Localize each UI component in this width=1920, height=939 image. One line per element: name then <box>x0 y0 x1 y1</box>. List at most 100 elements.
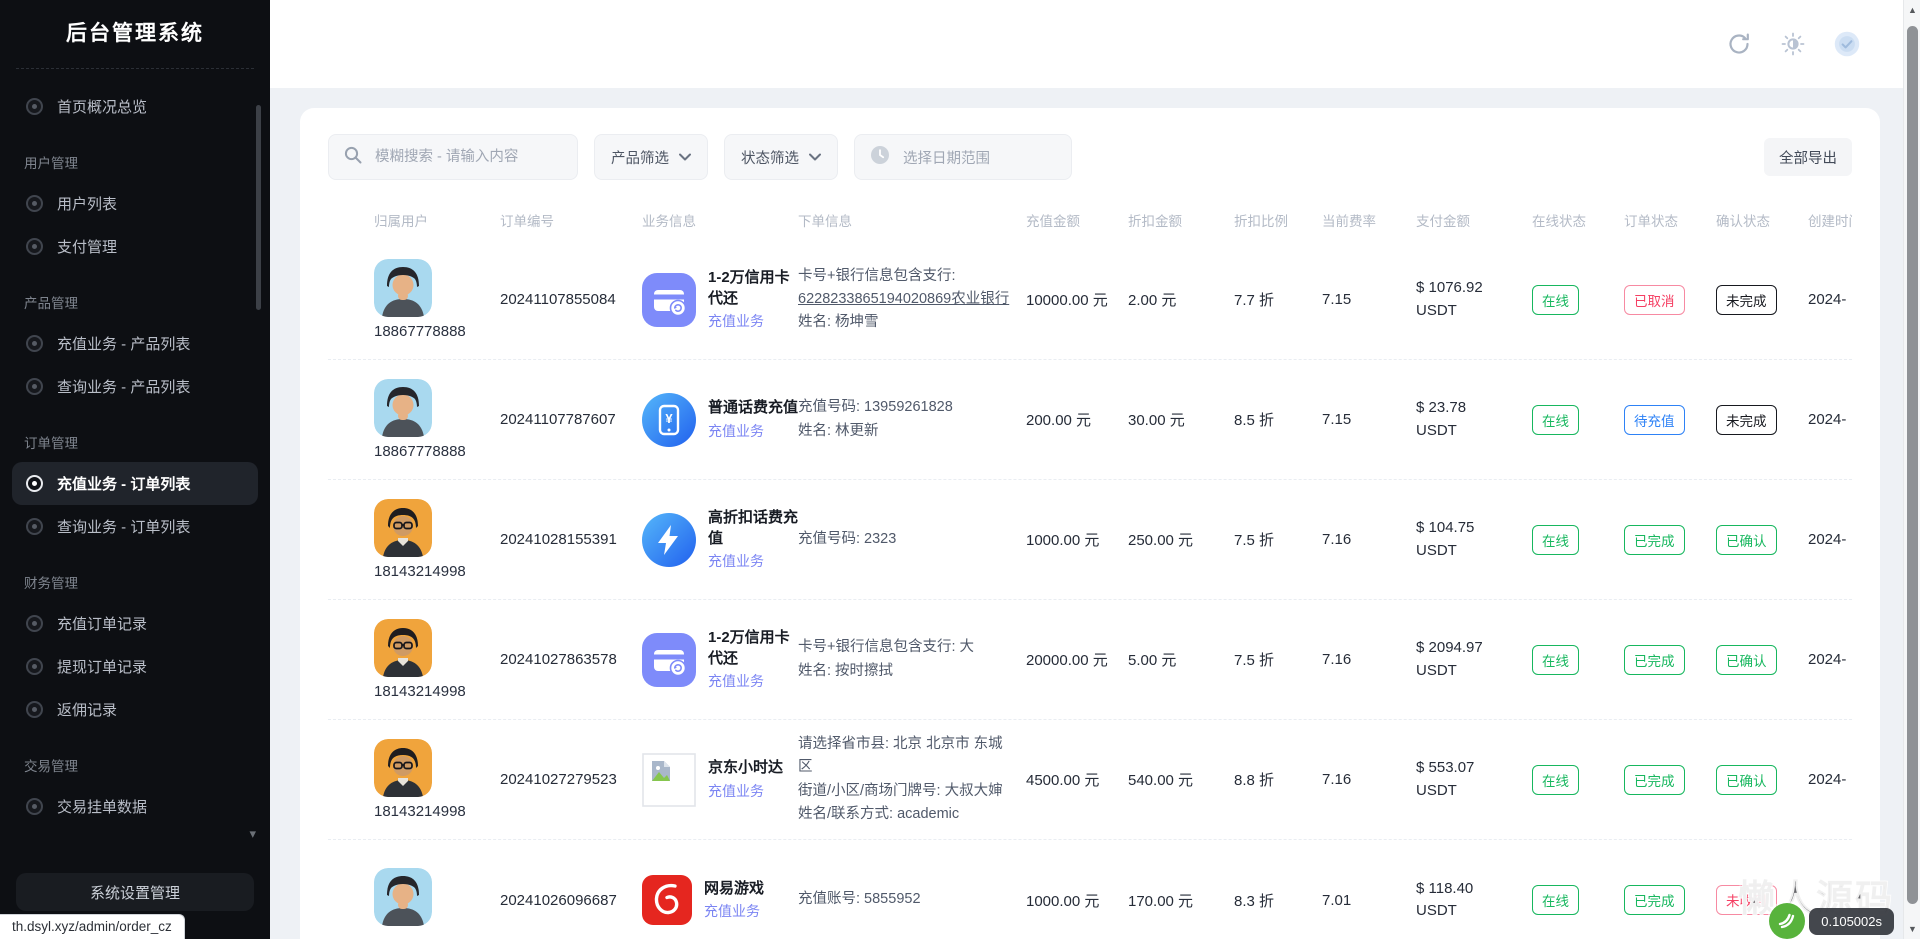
order-info-line: 姓名/联系方式: academic <box>798 803 1016 826</box>
order-status-badge-cell: 已完成 <box>1624 525 1716 555</box>
business-category: 充值业务 <box>708 311 798 331</box>
order-info-line: 充值号码: 13959261828 <box>798 396 1016 419</box>
order-status-badge-cell: 已完成 <box>1624 885 1716 915</box>
sidebar: 后台管理系统 首页概况总览用户管理用户列表支付管理产品管理充值业务 - 产品列表… <box>0 0 270 939</box>
scrollbar-thumb[interactable] <box>1907 26 1918 904</box>
table-toolbar: 产品筛选 状态筛选 选择日期范围 全部导出 <box>328 134 1852 180</box>
pay-amount: $ 23.78USDT <box>1416 397 1532 442</box>
image-placeholder-icon <box>642 753 696 807</box>
pay-currency: USDT <box>1416 780 1532 803</box>
date-range-picker[interactable]: 选择日期范围 <box>854 134 1072 180</box>
page-scrollbar[interactable]: ▲ ▼ <box>1903 0 1920 939</box>
menu-bullet-icon <box>26 98 43 115</box>
order-info-line: 卡号+银行信息包含支行: 大 <box>798 636 1016 659</box>
menu-bullet-icon <box>26 701 43 718</box>
order-status-badge: 已完成 <box>1624 525 1685 555</box>
product-filter-select[interactable]: 产品筛选 <box>594 134 708 180</box>
sidebar-item[interactable]: 充值订单记录 <box>12 602 258 645</box>
sidebar-scrollbar-thumb[interactable] <box>256 105 261 310</box>
status-filter-select[interactable]: 状态筛选 <box>724 134 838 180</box>
scrollbar-up-arrow-icon[interactable]: ▲ <box>1904 5 1920 15</box>
business-text: 1-2万信用卡代还充值业务 <box>708 628 798 691</box>
sidebar-item[interactable]: 支付管理 <box>12 225 258 268</box>
user-avatar[interactable] <box>1833 30 1861 58</box>
sidebar-item[interactable]: 返佣记录 <box>12 688 258 731</box>
confirm-status-badge-cell: 已确认 <box>1716 645 1808 675</box>
table-row: 1814321499820241027279523京东小时达充值业务请选择省市县… <box>328 720 1852 840</box>
system-settings-button[interactable]: 系统设置管理 <box>16 873 254 911</box>
table-header-cell: 下单信息 <box>798 210 1026 230</box>
confirm-status-badge-cell: 未完成 <box>1716 405 1808 435</box>
order-status-badge: 已完成 <box>1624 885 1685 915</box>
credit-card-icon <box>642 273 696 327</box>
user-phone: 18143214998 <box>374 563 466 580</box>
chevron-down-icon: ▾ <box>249 826 256 842</box>
user-avatar-image <box>374 259 432 317</box>
pay-value: $ 1076.92 <box>1416 277 1532 300</box>
sidebar-item[interactable]: 查询业务 - 产品列表 <box>12 365 258 408</box>
table-body: 18867778888202411078550841-2万信用卡代还充值业务卡号… <box>328 240 1852 939</box>
product-name: 京东小时达 <box>708 758 783 778</box>
sidebar-item-label: 首页概况总览 <box>57 96 147 117</box>
sidebar-item[interactable]: 用户列表 <box>12 182 258 225</box>
sidebar-item[interactable]: 提现订单记录 <box>12 645 258 688</box>
order-info-line: 姓名: 林更新 <box>798 420 1016 443</box>
order-number: 20241107787607 <box>500 411 642 428</box>
sidebar-item[interactable]: 交易挂单数据 <box>12 785 258 828</box>
sidebar-item[interactable]: 充值业务 - 产品列表 <box>12 322 258 365</box>
business-text: 1-2万信用卡代还充值业务 <box>708 268 798 331</box>
sidebar-item-label: 查询业务 - 产品列表 <box>57 376 190 397</box>
table-row: 20241026096687网易游戏充值业务充值账号: 58559521000.… <box>328 840 1852 939</box>
order-status-badge-cell: 已完成 <box>1624 765 1716 795</box>
user-avatar-image <box>374 379 432 437</box>
table-row: 1886777888820241107787607¥普通话费充值充值业务充值号码… <box>328 360 1852 480</box>
business-text: 网易游戏充值业务 <box>704 879 764 921</box>
search-box[interactable] <box>328 134 578 180</box>
online-status-badge: 在线 <box>1532 765 1579 795</box>
pay-value: $ 23.78 <box>1416 397 1532 420</box>
chevron-down-icon <box>679 149 691 165</box>
current-rate: 7.16 <box>1322 771 1416 788</box>
sidebar-item[interactable]: 首页概况总览 <box>12 85 258 128</box>
pay-value: $ 553.07 <box>1416 757 1532 780</box>
menu-bullet-icon <box>26 658 43 675</box>
discount-amount: 250.00 元 <box>1128 529 1234 550</box>
user-phone: 18867778888 <box>374 443 466 460</box>
pay-amount: $ 2094.97USDT <box>1416 637 1532 682</box>
product-name: 1-2万信用卡代还 <box>708 268 798 309</box>
sidebar-item-label: 用户列表 <box>57 193 117 214</box>
sidebar-item-label: 交易挂单数据 <box>57 796 147 817</box>
phone-pay-icon: ¥ <box>642 393 696 447</box>
user-phone: 18143214998 <box>374 803 466 820</box>
sidebar-item-label: 充值业务 - 订单列表 <box>57 473 190 494</box>
order-info-cell: 卡号+银行信息包含支行:6228233865194020869农业银行姓名: 杨… <box>798 265 1026 335</box>
table-row: 18867778888202411078550841-2万信用卡代还充值业务卡号… <box>328 240 1852 360</box>
sidebar-section-label: 财务管理 <box>0 562 270 602</box>
online-status-badge: 在线 <box>1532 645 1579 675</box>
refresh-icon[interactable] <box>1725 30 1753 58</box>
pay-value: $ 2094.97 <box>1416 637 1532 660</box>
pay-currency: USDT <box>1416 540 1532 563</box>
search-input[interactable] <box>373 148 564 166</box>
table-header-cell: 业务信息 <box>642 210 798 230</box>
user-cell <box>374 868 500 932</box>
user-avatar-image <box>374 619 432 677</box>
order-info-line: 卡号+银行信息包含支行: <box>798 265 1016 288</box>
current-rate: 7.01 <box>1322 892 1416 909</box>
sidebar-item-label: 充值订单记录 <box>57 613 147 634</box>
order-status-badge: 已完成 <box>1624 765 1685 795</box>
sidebar-item[interactable]: 查询业务 - 订单列表 <box>12 505 258 548</box>
business-category: 充值业务 <box>708 671 798 691</box>
sidebar-item[interactable]: 充值业务 - 订单列表 <box>12 462 258 505</box>
table-header-cell: 创建时间 <box>1808 210 1852 230</box>
user-phone: 18143214998 <box>374 683 466 700</box>
theme-sun-icon[interactable] <box>1779 30 1807 58</box>
table-header-cell: 归属用户 <box>374 210 500 230</box>
export-all-button[interactable]: 全部导出 <box>1764 138 1852 176</box>
business-info-cell: 高折扣话费充值充值业务 <box>642 508 798 571</box>
discount-amount: 30.00 元 <box>1128 409 1234 430</box>
scrollbar-down-arrow-icon[interactable]: ▼ <box>1904 924 1920 934</box>
business-category: 充值业务 <box>708 551 798 571</box>
discount-ratio: 8.8 折 <box>1234 769 1322 790</box>
confirm-status-badge-cell: 未收到 <box>1716 885 1808 915</box>
